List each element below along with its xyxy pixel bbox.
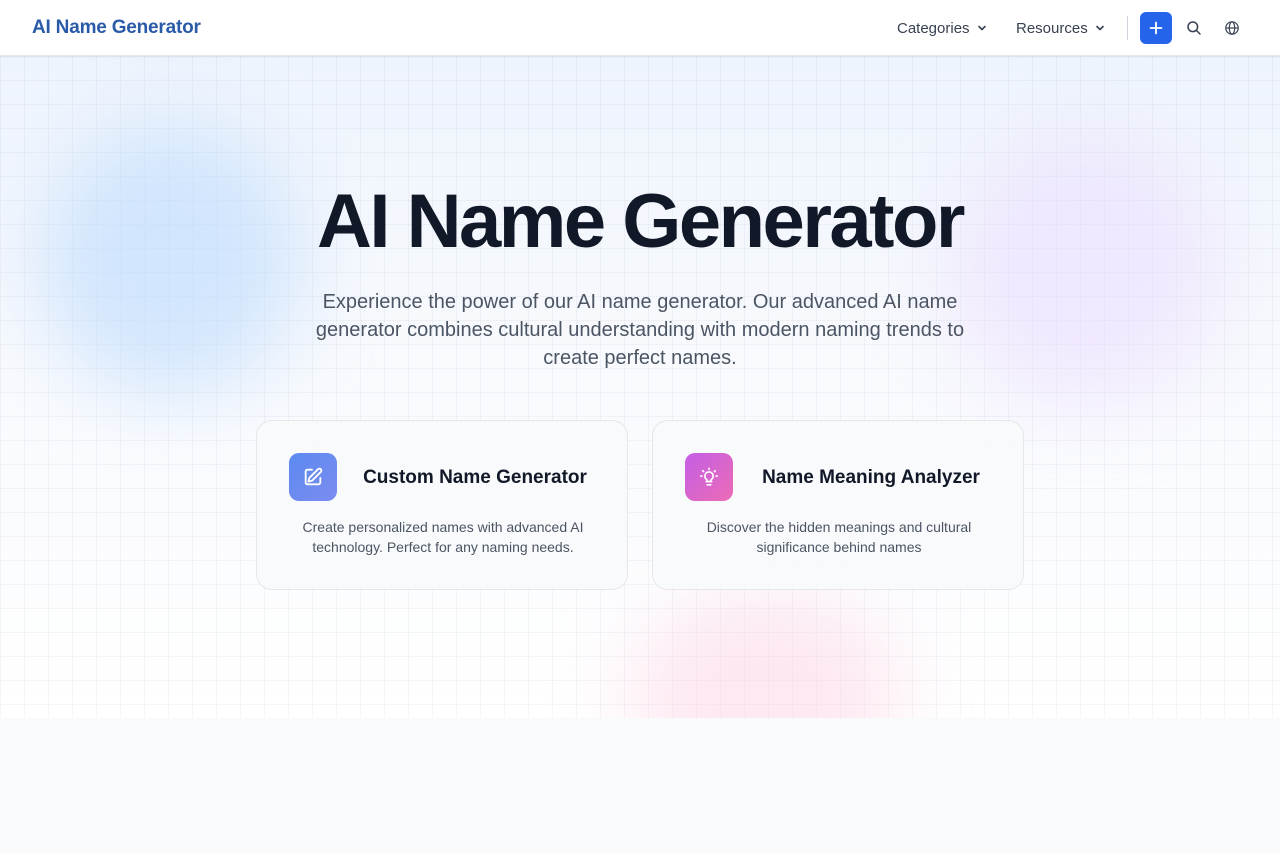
brand-logo-link[interactable]: AI Name Generator <box>32 17 201 39</box>
nav-resources-label: Resources <box>1016 19 1088 37</box>
nav-divider <box>1127 16 1128 40</box>
decorative-blob-purple <box>950 136 1220 406</box>
card-icon-container <box>685 453 733 501</box>
lower-section <box>0 718 1280 853</box>
chevron-down-icon <box>1095 25 1104 31</box>
nav-categories-dropdown[interactable]: Categories <box>897 18 988 38</box>
create-button[interactable] <box>1140 12 1172 44</box>
hero-section <box>0 56 1280 718</box>
card-description: Create personalized names with advanced … <box>302 519 584 555</box>
card-description: Discover the hidden meanings and cultura… <box>706 519 972 555</box>
page-title: AI Name Generator <box>317 179 965 264</box>
search-icon <box>1187 21 1201 35</box>
card-name-meaning-analyzer[interactable]: Name Meaning Analyzer Discover the hidde… <box>652 420 1024 590</box>
top-navbar: AI Name Generator Categories Resources <box>0 0 1280 56</box>
plus-icon <box>1149 21 1163 35</box>
globe-icon <box>1225 21 1239 35</box>
lightbulb-icon <box>699 467 719 486</box>
card-title: Custom Name Generator <box>363 467 587 488</box>
card-custom-name-generator[interactable]: Custom Name Generator Create personalize… <box>256 420 628 590</box>
nav-categories-label: Categories <box>897 19 970 37</box>
card-title: Name Meaning Analyzer <box>762 467 980 488</box>
search-button[interactable] <box>1182 16 1206 40</box>
language-button[interactable] <box>1220 16 1244 40</box>
nav-resources-dropdown[interactable]: Resources <box>1016 18 1106 38</box>
page-subtitle: Experience the power of our AI name gene… <box>315 291 965 369</box>
card-icon-container <box>289 453 337 501</box>
chevron-down-icon <box>977 25 986 31</box>
pencil-square-icon <box>304 467 323 486</box>
